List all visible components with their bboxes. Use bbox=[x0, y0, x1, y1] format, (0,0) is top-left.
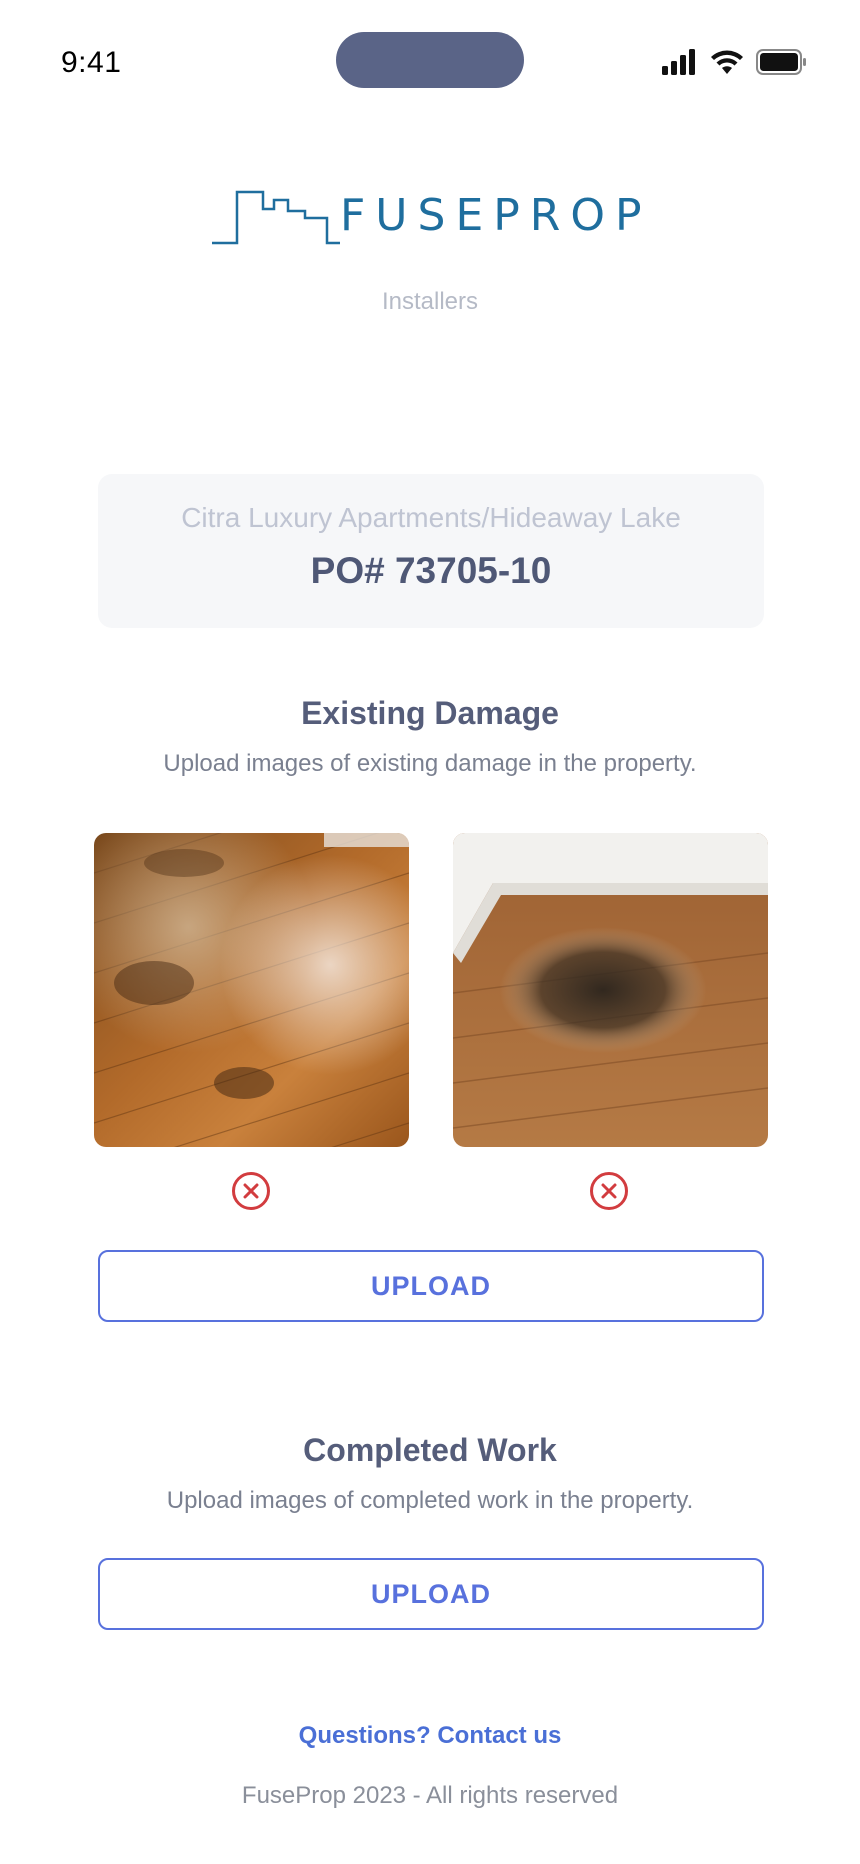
cellular-signal-icon bbox=[662, 48, 698, 80]
upload-damage-button[interactable]: UPLOAD bbox=[98, 1250, 764, 1322]
damage-image-1[interactable] bbox=[94, 833, 409, 1147]
property-card: Citra Luxury Apartments/Hideaway Lake PO… bbox=[98, 474, 764, 628]
status-time: 9:41 bbox=[61, 46, 122, 79]
screen: 9:41 FUSEPROP Installers Citra Luxury Ap… bbox=[0, 0, 860, 1864]
logo-wordmark: FUSEPROP bbox=[340, 190, 652, 241]
po-number: PO# 73705-10 bbox=[310, 550, 552, 591]
fuseprop-logo: FUSEPROP bbox=[210, 186, 650, 246]
completed-work-title: Completed Work bbox=[303, 1432, 557, 1468]
existing-damage-title: Existing Damage bbox=[301, 695, 559, 731]
remove-image-1-button[interactable] bbox=[232, 1172, 270, 1210]
close-circle-icon bbox=[243, 1183, 259, 1199]
contact-us-link[interactable]: Questions? Contact us bbox=[0, 1722, 860, 1750]
status-bar: 9:41 bbox=[0, 0, 860, 110]
app-subtitle: Installers bbox=[381, 288, 479, 315]
close-circle-icon bbox=[601, 1183, 617, 1199]
battery-icon bbox=[756, 48, 808, 80]
damage-image-2[interactable] bbox=[453, 833, 768, 1147]
status-icons bbox=[662, 48, 808, 80]
property-name: Citra Luxury Apartments/Hideaway Lake bbox=[181, 502, 681, 533]
copyright-text: FuseProp 2023 - All rights reserved bbox=[241, 1782, 619, 1809]
completed-work-description: Upload images of completed work in the p… bbox=[166, 1487, 694, 1514]
upload-completed-button[interactable]: UPLOAD bbox=[98, 1558, 764, 1630]
existing-damage-description: Upload images of existing damage in the … bbox=[163, 750, 697, 777]
dynamic-island bbox=[336, 32, 524, 88]
skyline-logo-icon bbox=[212, 190, 340, 245]
wifi-icon bbox=[710, 49, 744, 80]
remove-image-2-button[interactable] bbox=[590, 1172, 628, 1210]
